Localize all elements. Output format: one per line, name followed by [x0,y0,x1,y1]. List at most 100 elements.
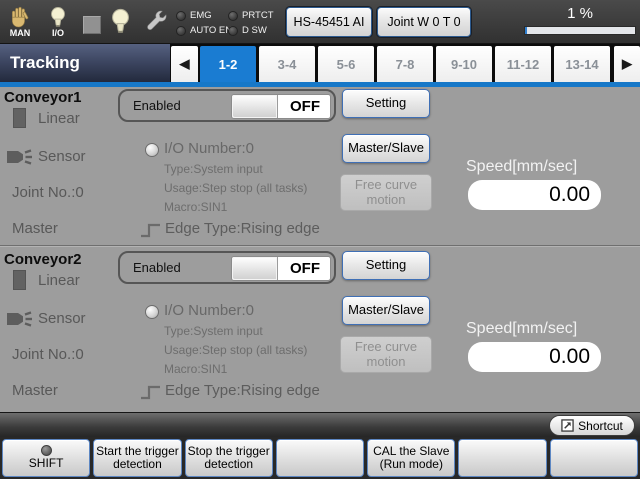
enabled-label: Enabled [133,91,181,120]
tab-11-12[interactable]: 11-12 [495,46,551,82]
io-lamp-indicator: I/O [49,6,67,38]
enabled-group: Enabled OFF [118,251,336,284]
rising-edge-icon[interactable] [140,384,161,401]
conveyor-name: Conveyor1 [4,89,82,106]
d-sw-led-icon [228,26,238,36]
io-radio-button[interactable] [145,143,159,157]
joint-display-button[interactable]: Joint W 0 T 0 [377,7,471,37]
speed-input[interactable]: 0.00 [468,342,601,372]
linear-mode-icon [13,270,26,290]
chevron-right-icon: ▶ [622,56,632,71]
fkey-empty-1[interactable] [276,439,364,477]
io-number-label: I/O Number:0 [164,302,254,319]
role-label: Master [12,220,58,237]
rising-edge-icon[interactable] [140,222,161,239]
io-details: Type:System input Usage:Step stop (all t… [164,322,307,379]
teach-pendant-screen: MAN I/O EMG PRTCT [0,0,640,479]
fkey-empty-3[interactable] [550,439,638,477]
section-divider [0,245,640,247]
free-curve-motion-button[interactable]: Free curve motion [340,174,432,211]
wrench-icon [144,9,169,34]
shift-led-icon [41,445,52,456]
mode-label: Linear [38,110,80,127]
tab-9-10[interactable]: 9-10 [436,46,492,82]
speed-value: 0.00 [549,183,590,206]
master-slave-button[interactable]: Master/Slave [342,134,430,163]
conveyor-name: Conveyor2 [4,251,82,268]
mode-label: Linear [38,272,80,289]
enabled-group: Enabled OFF [118,89,336,122]
fkey-cal-slave[interactable]: CAL the Slave (Run mode) [367,439,455,477]
role-label: Master [12,382,58,399]
speed-override-meter[interactable] [524,26,636,35]
fkey-shift[interactable]: SHIFT [2,439,90,477]
io-macro-label: Macro:SIN1 [164,198,307,217]
free-curve-motion-button[interactable]: Free curve motion [340,336,432,373]
io-label: I/O [52,28,64,38]
enabled-toggle[interactable]: OFF [231,256,331,281]
enabled-toggle[interactable]: OFF [231,94,331,119]
conveyor1-section: Conveyor1 Linear Sensor Joint No.:0 Mast… [0,87,640,245]
man-label: MAN [10,28,31,38]
fkey-start-trigger[interactable]: Start the trigger detection [93,439,181,477]
tab-5-6[interactable]: 5-6 [318,46,374,82]
status-led-panel: EMG PRTCT AUTO EN D SW [176,8,284,38]
status-square-icon [83,16,101,34]
speed-input[interactable]: 0.00 [468,180,601,210]
speed-meter-fill [525,27,527,34]
setting-button[interactable]: Setting [342,251,430,280]
speed-label: Speed[mm/sec] [466,320,577,338]
joint-no-label: Joint No.:0 [12,346,84,363]
shortcut-band: Shortcut [0,412,640,437]
io-type-label: Type:System input [164,322,307,341]
tabs-next-arrow[interactable]: ▶ [614,46,640,82]
tab-13-14[interactable]: 13-14 [554,46,610,82]
tracking-tab-bar: Tracking ◀ 1-2 3-4 5-6 7-8 9-10 11-12 13… [0,44,640,82]
auto-en-led-icon [176,26,186,36]
conveyor2-section: Conveyor2 Linear Sensor Joint No.:0 Mast… [0,249,640,407]
tab-7-8[interactable]: 7-8 [377,46,433,82]
trigger-label: Sensor [38,310,86,327]
page-title: Tracking [0,44,170,82]
d-sw-indicator: D SW [228,25,284,36]
tracking-content: Conveyor1 Linear Sensor Joint No.:0 Mast… [0,87,640,412]
toggle-knob[interactable] [232,95,278,118]
tab-3-4[interactable]: 3-4 [259,46,315,82]
enabled-label: Enabled [133,253,181,282]
sensor-icon [5,146,33,168]
io-number-label: I/O Number:0 [164,140,254,157]
toggle-state-label: OFF [280,95,330,118]
master-slave-button[interactable]: Master/Slave [342,296,430,325]
prtct-indicator: PRTCT [228,10,284,21]
shortcut-button[interactable]: Shortcut [549,415,635,436]
robot-type-button[interactable]: HS-45451 AI [286,7,372,37]
function-key-bar: SHIFT Start the trigger detection Stop t… [0,437,640,479]
speed-label: Speed[mm/sec] [466,158,577,176]
shortcut-arrow-icon [561,419,574,432]
tabs-prev-arrow[interactable]: ◀ [171,46,198,82]
tab-1-2[interactable]: 1-2 [200,46,256,82]
speed-percent-value: 1 % [524,5,636,23]
joint-no-label: Joint No.:0 [12,184,84,201]
chevron-left-icon: ◀ [180,56,190,71]
io-details: Type:System input Usage:Step stop (all t… [164,160,307,217]
edge-type-label: Edge Type:Rising edge [165,220,320,237]
emg-led-icon [176,11,186,21]
hand-icon [7,5,33,29]
shortcut-label: Shortcut [578,419,623,433]
auto-en-indicator: AUTO EN [176,25,228,36]
top-status-bar: MAN I/O EMG PRTCT [0,0,640,44]
sensor-icon [5,308,33,330]
toggle-knob[interactable] [232,257,278,280]
io-radio-button[interactable] [145,305,159,319]
emg-indicator: EMG [176,10,228,21]
io-bulb-icon [49,6,67,29]
setting-button[interactable]: Setting [342,89,430,118]
fkey-stop-trigger[interactable]: Stop the trigger detection [185,439,273,477]
linear-mode-icon [13,108,26,128]
io-type-label: Type:System input [164,160,307,179]
io-macro-label: Macro:SIN1 [164,360,307,379]
edge-type-label: Edge Type:Rising edge [165,382,320,399]
fkey-empty-2[interactable] [458,439,546,477]
io-usage-label: Usage:Step stop (all tasks) [164,179,307,198]
